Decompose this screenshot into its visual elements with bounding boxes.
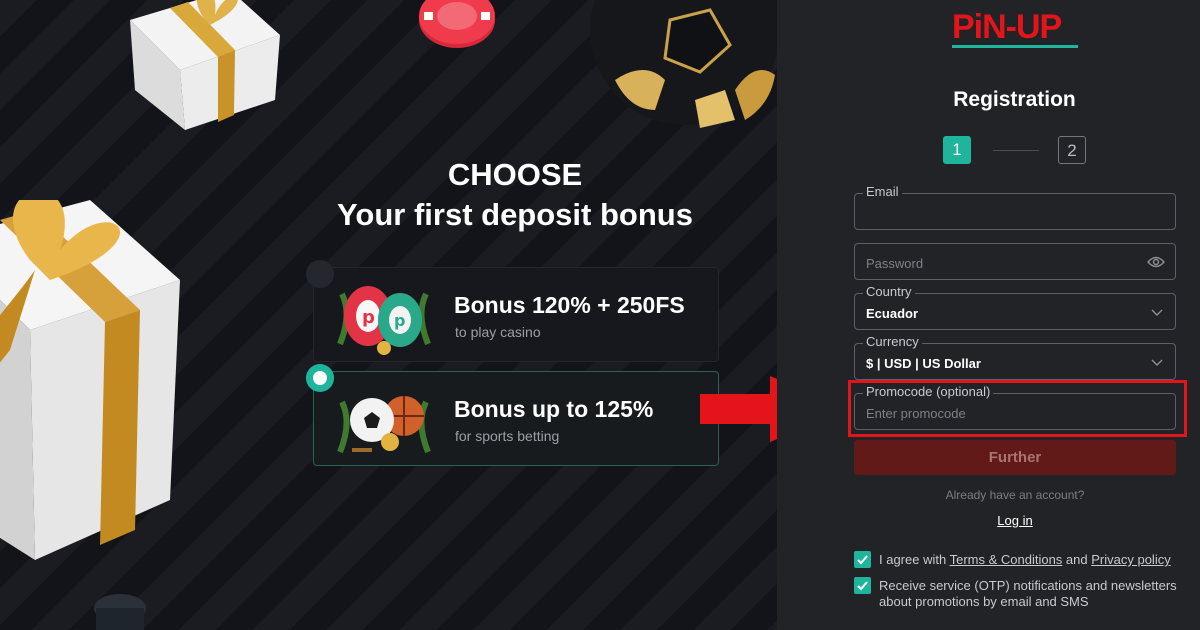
svg-text:p: p	[362, 307, 375, 328]
step-indicator: 1 2	[943, 136, 1086, 166]
headline-line-1: CHOOSE	[447, 157, 583, 192]
step-connector	[993, 150, 1039, 151]
casino-chip-image	[419, 0, 495, 48]
casino-chips-icon: p p	[337, 286, 431, 355]
bonus-radio-casino[interactable]	[306, 260, 334, 288]
promo-headline: CHOOSE Your first deposit bonus	[300, 155, 730, 235]
bonus-title-casino: Bonus 120% + 250FS	[454, 292, 685, 318]
country-select[interactable]: Country Ecuador	[854, 284, 1176, 330]
chevron-down-icon	[1151, 309, 1163, 316]
otp-text: Receive service (OTP) notifications and …	[879, 578, 1177, 609]
checkmark-icon	[857, 581, 868, 591]
password-field[interactable]: Password	[854, 243, 1176, 280]
terms-conditions-link[interactable]: Terms & Conditions	[950, 552, 1063, 567]
country-label: Country	[863, 284, 915, 299]
bonus-subtitle-casino: to play casino	[455, 324, 541, 340]
step-2: 2	[1058, 136, 1086, 164]
eye-icon[interactable]	[1147, 255, 1165, 269]
sports-balls-icon	[337, 396, 431, 454]
svg-text:p: p	[394, 311, 405, 330]
already-account-text: Already have an account?	[945, 488, 1085, 502]
further-button[interactable]: Further	[854, 440, 1176, 475]
terms-prefix: I agree with	[879, 552, 950, 567]
bonus-radio-sports[interactable]	[306, 364, 334, 392]
bonus-subtitle-sports: for sports betting	[455, 428, 560, 444]
terms-checkbox[interactable]	[854, 551, 871, 568]
currency-value: $ | USD | US Dollar	[866, 356, 981, 371]
logo-text: PiN-UP	[952, 8, 1062, 46]
large-gift-box-image	[0, 200, 180, 560]
headline-line-2: Your first deposit bonus	[337, 197, 693, 232]
privacy-policy-link[interactable]: Privacy policy	[1091, 552, 1170, 567]
terms-text: I agree with Terms & Conditions and Priv…	[879, 552, 1179, 568]
email-field[interactable]: Email	[854, 184, 1176, 230]
registration-panel: PiN-UP Registration 1 2 Email Password C…	[777, 0, 1200, 630]
bonus-title-sports: Bonus up to 125%	[454, 396, 654, 422]
email-label: Email	[863, 184, 902, 199]
step-1: 1	[943, 136, 971, 164]
password-placeholder: Password	[866, 256, 924, 271]
promocode-highlight-box	[848, 380, 1187, 437]
currency-select[interactable]: Currency $ | USD | US Dollar	[854, 334, 1176, 380]
bonus-option-sports[interactable]: Bonus up to 125% for sports betting	[306, 364, 719, 466]
registration-title: Registration	[953, 88, 1076, 111]
decor-item-image	[94, 594, 146, 630]
otp-checkbox[interactable]	[854, 577, 871, 594]
soccer-ball-image	[590, 0, 777, 128]
country-value: Ecuador	[866, 306, 919, 321]
checkmark-icon	[857, 555, 868, 565]
pin-up-logo[interactable]: PiN-UP	[950, 8, 1080, 50]
terms-and: and	[1062, 552, 1092, 567]
bonus-option-casino[interactable]: p p Bonus 120% + 250FS to play casino	[306, 260, 719, 362]
login-link[interactable]: Log in	[854, 513, 1176, 528]
chevron-down-icon	[1151, 359, 1163, 366]
gift-box-image	[130, 0, 280, 130]
currency-label: Currency	[863, 334, 922, 349]
promo-panel: CHOOSE Your first deposit bonus p p Bonu…	[0, 0, 777, 630]
